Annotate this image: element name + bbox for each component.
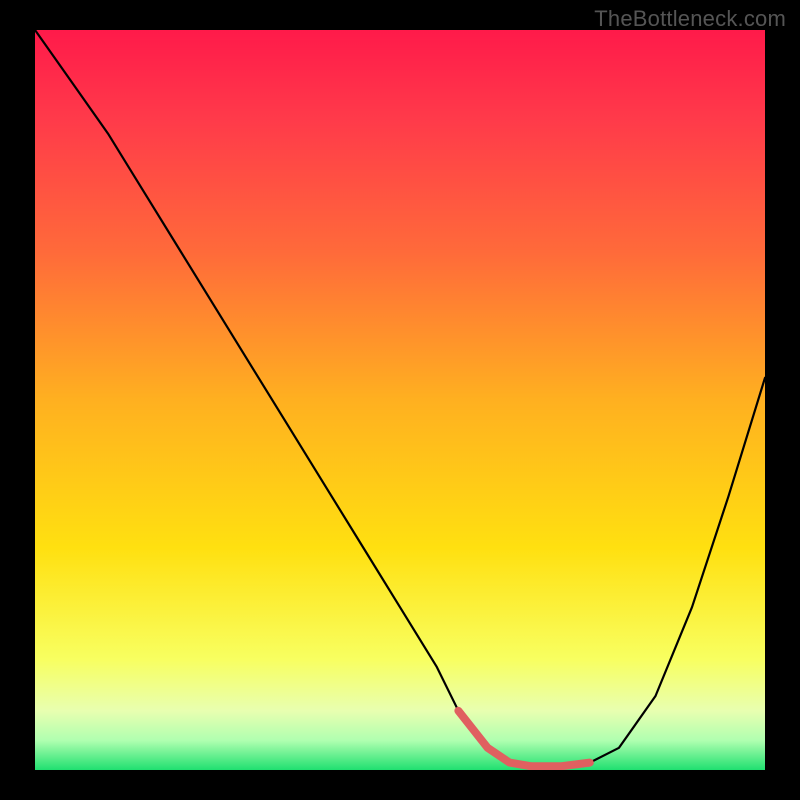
chart-background	[35, 30, 765, 770]
watermark-label: TheBottleneck.com	[594, 6, 786, 32]
chart-svg	[35, 30, 765, 770]
chart-root: TheBottleneck.com	[0, 0, 800, 800]
chart-plot	[35, 30, 765, 770]
